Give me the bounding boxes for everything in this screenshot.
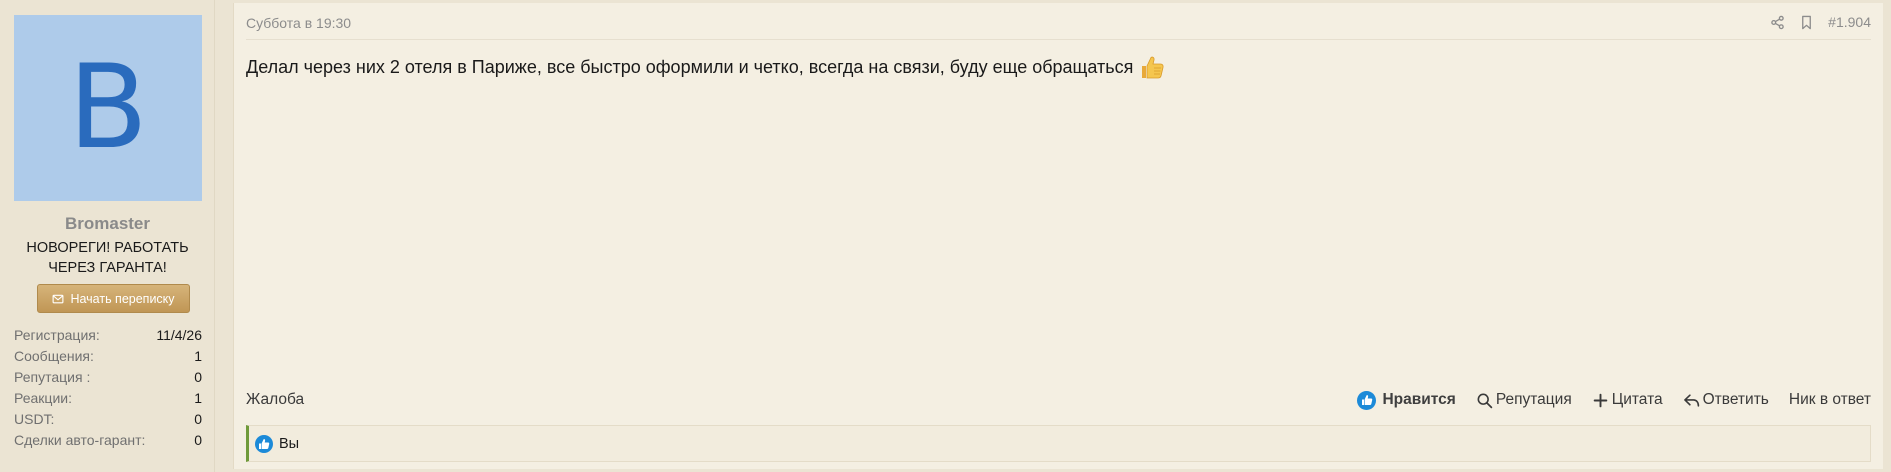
stat-row-reactions: Реакции: 1 [14, 388, 202, 409]
report-link[interactable]: Жалоба [246, 391, 304, 409]
stat-row-messages: Сообщения: 1 [14, 346, 202, 367]
avatar[interactable]: B [14, 15, 202, 201]
stat-label: Репутация : [14, 369, 91, 385]
stat-value: 1 [194, 348, 202, 364]
stat-label: Регистрация: [14, 327, 100, 343]
reputation-label: Репутация [1495, 391, 1572, 408]
nick-reply-button[interactable]: Ник в ответ [1789, 391, 1871, 409]
post-actions: Нравится Репутация Цитата Ответить Ник в… [1357, 390, 1871, 410]
like-label: Нравится [1382, 391, 1456, 408]
stat-label: Сообщения: [14, 348, 94, 364]
post: Суббота в 19:30 #1.904 Делал через них 2… [233, 3, 1883, 469]
post-date[interactable]: Суббота в 19:30 [246, 15, 351, 31]
user-title: НОВОРЕГИ! РАБОТАТЬ ЧЕРЕЗ ГАРАНТА! [26, 240, 189, 276]
stat-value: 1 [194, 390, 202, 406]
quote-label: Цитата [1611, 391, 1663, 408]
search-icon [1477, 393, 1493, 408]
reputation-button[interactable]: Репутация [1476, 391, 1572, 409]
stat-row-usdt: USDT: 0 [14, 409, 202, 430]
stat-label: Сделки авто-гарант: [14, 432, 146, 448]
username[interactable]: Bromaster [0, 214, 215, 234]
like-reaction-icon [255, 434, 273, 453]
reactions-bar[interactable]: Вы [246, 425, 1871, 462]
nick-reply-label: Ник в ответ [1788, 391, 1871, 408]
post-footer: Жалоба Нравится Репутация Цитата Ответит… [246, 388, 1871, 412]
user-panel: B Bromaster НОВОРЕГИ! РАБОТАТЬ ЧЕРЕЗ ГАР… [0, 0, 215, 472]
stat-label: USDT: [14, 411, 55, 427]
reply-button[interactable]: Ответить [1683, 391, 1769, 409]
stat-value: 0 [194, 411, 202, 427]
stat-label: Реакции: [14, 390, 72, 406]
start-conversation-label: Начать переписку [70, 291, 175, 306]
post-header: Суббота в 19:30 #1.904 [246, 3, 1871, 40]
avatar-letter: B [68, 40, 148, 175]
post-content: Делал через них 2 отеля в Париже, все бы… [246, 54, 1165, 80]
like-icon [1357, 390, 1377, 410]
post-tools: #1.904 [1770, 14, 1871, 30]
stat-row-escrow-deals: Сделки авто-гарант: 0 [14, 430, 202, 451]
post-text: Делал через них 2 отеля в Париже, все бы… [246, 56, 1134, 77]
bookmark-icon[interactable] [1799, 15, 1814, 30]
thumbs-up-emoji-icon [1142, 56, 1164, 79]
stat-row-reputation: Репутация : 0 [14, 367, 202, 388]
reactions-users: Вы [279, 435, 300, 452]
stat-value: 11/4/26 [156, 327, 202, 343]
post-number[interactable]: #1.904 [1828, 14, 1871, 30]
stat-value: 0 [194, 432, 202, 448]
reply-arrow-icon [1683, 393, 1699, 407]
start-conversation-button[interactable]: Начать переписку [37, 284, 190, 313]
envelope-icon [53, 294, 64, 303]
reply-label: Ответить [1702, 391, 1769, 408]
quote-button[interactable]: Цитата [1592, 391, 1663, 409]
plus-icon [1593, 393, 1608, 407]
user-stats: Регистрация: 11/4/26 Сообщения: 1 Репута… [14, 325, 202, 451]
stat-value: 0 [194, 369, 202, 385]
share-icon[interactable] [1770, 15, 1785, 30]
like-button[interactable]: Нравится [1357, 390, 1456, 410]
stat-row-registration: Регистрация: 11/4/26 [14, 325, 202, 346]
